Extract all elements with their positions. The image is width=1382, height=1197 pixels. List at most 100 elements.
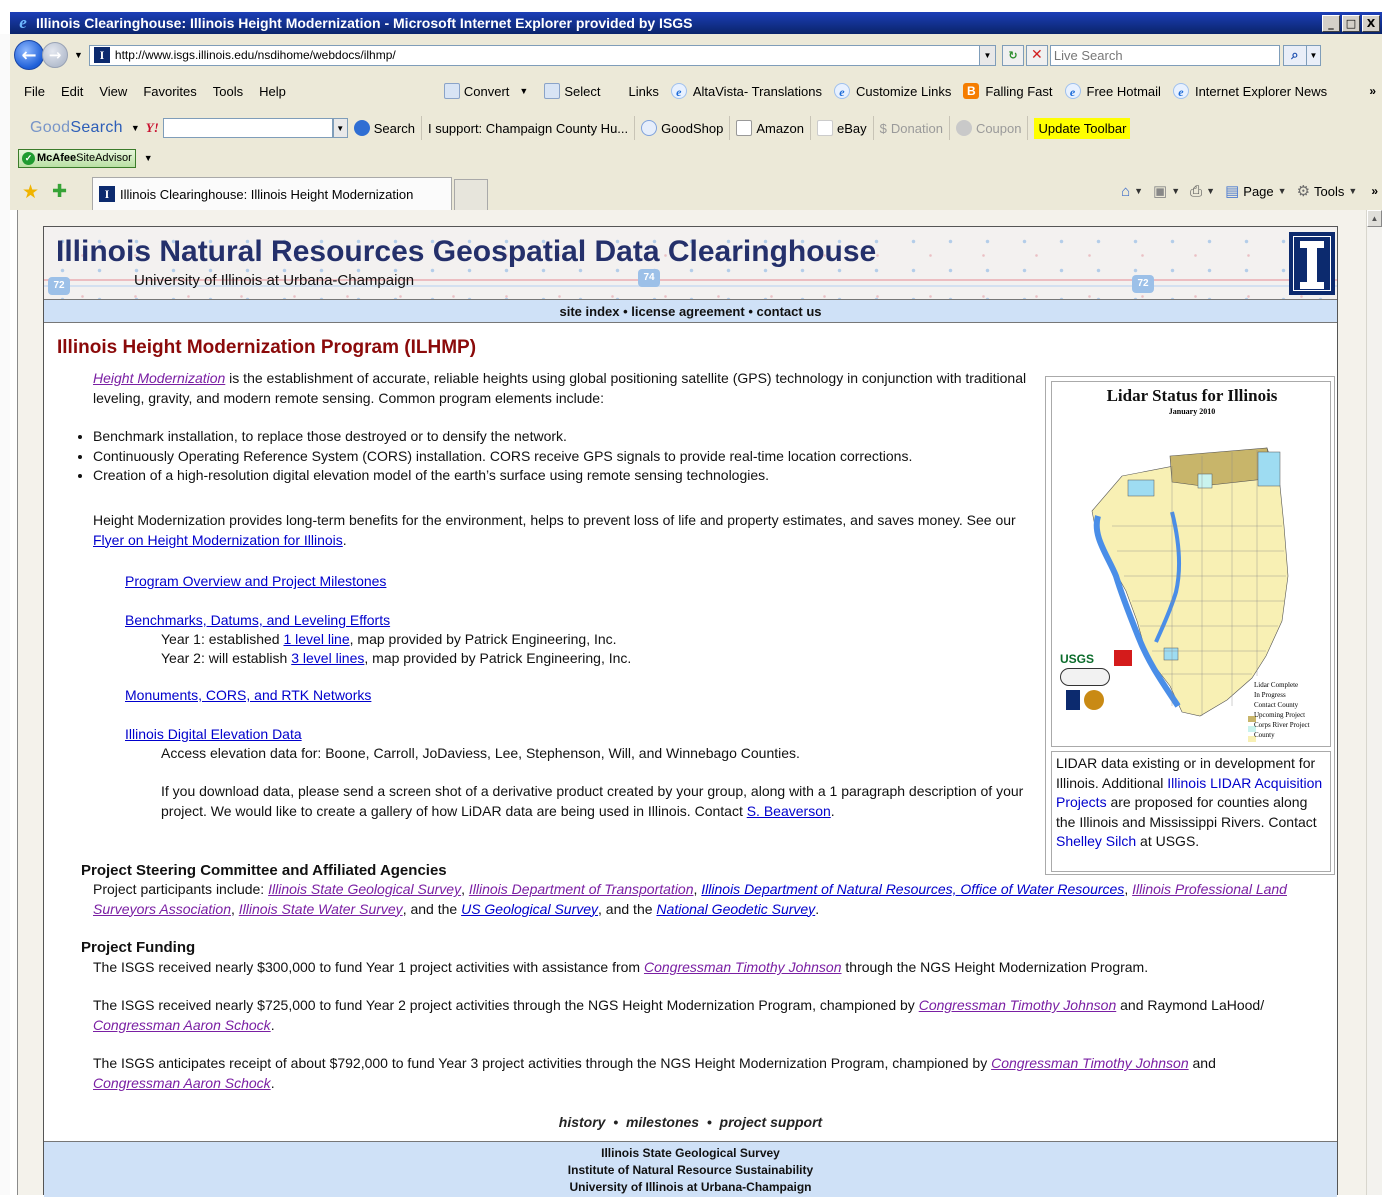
- chevron-down-icon[interactable]: ▼: [1171, 186, 1180, 196]
- scroll-up-icon[interactable]: ▲: [1367, 210, 1382, 227]
- amazon-button[interactable]: Amazon: [730, 116, 812, 140]
- legend-item: Upcoming Project: [1254, 711, 1306, 719]
- address-field[interactable]: I http://www.isgs.illinois.edu/nsdihome/…: [88, 44, 996, 66]
- home-icon[interactable]: ⌂: [1121, 183, 1130, 200]
- tools-menu-button[interactable]: Tools: [1314, 184, 1344, 199]
- menu-help[interactable]: Help: [251, 84, 294, 99]
- monuments-link[interactable]: Monuments, CORS, and RTK Networks: [125, 687, 371, 703]
- chevron-more-icon[interactable]: »: [1371, 184, 1378, 198]
- illinois-logo-icon[interactable]: [1289, 232, 1335, 295]
- ngs-link[interactable]: National Geodetic Survey: [656, 901, 815, 917]
- flyer-link[interactable]: Flyer on Height Modernization for Illino…: [93, 532, 343, 548]
- link-label: AltaVista- Translations: [692, 83, 822, 99]
- menu-tools[interactable]: Tools: [205, 84, 251, 99]
- link-hotmail[interactable]: e Free Hotmail: [1064, 83, 1161, 99]
- johnson-link[interactable]: Congressman Timothy Johnson: [991, 1055, 1189, 1071]
- chevron-down-icon[interactable]: ▼: [131, 123, 140, 133]
- convert-button[interactable]: Convert ▼: [443, 83, 528, 99]
- bottom-nav: history • milestones • project support: [44, 1114, 1337, 1130]
- lidar-map-title: Lidar Status for Illinois: [1106, 386, 1278, 405]
- ebay-button[interactable]: eBay: [811, 116, 874, 140]
- funding-text: and Raymond LaHood/: [1116, 997, 1265, 1013]
- add-favorite-icon[interactable]: ✚: [52, 181, 67, 202]
- program-overview-link[interactable]: Program Overview and Project Milestones: [125, 573, 386, 589]
- menu-file[interactable]: File: [10, 84, 53, 99]
- chevron-down-icon[interactable]: ▼: [144, 153, 153, 163]
- minimize-button[interactable]: _: [1322, 14, 1340, 32]
- beaverson-link[interactable]: S. Beaverson: [747, 803, 831, 819]
- chevron-down-icon[interactable]: ▼: [1348, 186, 1357, 196]
- benchmarks-link[interactable]: Benchmarks, Datums, and Leveling Efforts: [125, 612, 390, 628]
- favorites-star-icon[interactable]: ★: [22, 181, 39, 204]
- period: .: [270, 1074, 275, 1091]
- feeds-icon[interactable]: ▣: [1153, 182, 1167, 200]
- link-falling-fast[interactable]: B Falling Fast: [963, 83, 1053, 99]
- menu-favorites[interactable]: Favorites: [135, 84, 204, 99]
- web-page: 72 74 72 Illinois Natural Resources Geos…: [43, 226, 1338, 1197]
- forward-button[interactable]: →: [42, 42, 68, 68]
- nav-milestones[interactable]: milestones: [626, 1114, 699, 1130]
- idot-link[interactable]: Illinois Department of Transportation: [469, 881, 694, 897]
- highway-shield-icon: 72: [48, 277, 70, 295]
- schock-link[interactable]: Congressman Aaron Schock: [93, 1075, 271, 1091]
- goodshop-button[interactable]: GoodShop: [635, 116, 731, 140]
- nav-site-index[interactable]: site index: [560, 304, 620, 319]
- dem-link[interactable]: Illinois Digital Elevation Data: [125, 726, 302, 742]
- vertical-scrollbar[interactable]: ▲: [1366, 210, 1382, 1195]
- select-button[interactable]: Select: [544, 83, 600, 99]
- lidar-status-map[interactable]: Lidar Status for Illinois January 2010 U…: [1051, 381, 1331, 747]
- search-options-icon[interactable]: ▼: [1306, 44, 1321, 66]
- goodsearch-dropdown-icon[interactable]: ▼: [332, 118, 348, 138]
- highway-shield-icon: 72: [1132, 275, 1154, 293]
- goodsearch-input[interactable]: [162, 118, 333, 138]
- chevron-more-icon[interactable]: »: [1369, 84, 1376, 98]
- address-url[interactable]: http://www.isgs.illinois.edu/nsdihome/we…: [115, 48, 979, 62]
- menu-view[interactable]: View: [91, 84, 135, 99]
- johnson-link[interactable]: Congressman Timothy Johnson: [919, 997, 1117, 1013]
- johnson-link[interactable]: Congressman Timothy Johnson: [644, 959, 842, 975]
- chevron-down-icon[interactable]: ▼: [1134, 186, 1143, 196]
- support-charity-button[interactable]: I support: Champaign County Hu...: [422, 116, 636, 140]
- nav-contact[interactable]: contact us: [756, 304, 821, 319]
- schock-link[interactable]: Congressman Aaron Schock: [93, 1017, 271, 1033]
- update-toolbar-button[interactable]: Update Toolbar: [1034, 117, 1131, 139]
- level-line-link[interactable]: 1 level line: [283, 631, 349, 647]
- new-tab-button[interactable]: [454, 179, 488, 210]
- coupon-button[interactable]: Coupon: [950, 116, 1029, 140]
- idnr-link[interactable]: Illinois Department of Natural Resources…: [701, 881, 1124, 897]
- live-search-input[interactable]: Live Search: [1049, 44, 1280, 66]
- print-icon[interactable]: ⎙: [1190, 183, 1202, 200]
- search-icon[interactable]: ⌕: [1282, 44, 1307, 66]
- close-button[interactable]: X: [1362, 14, 1380, 32]
- stop-button[interactable]: ✕: [1025, 44, 1048, 66]
- level-lines-link[interactable]: 3 level lines: [291, 650, 364, 666]
- siteadvisor-button[interactable]: ✓ McAfee SiteAdvisor: [18, 148, 136, 168]
- logo-bar: [1300, 282, 1324, 289]
- page-menu-button[interactable]: Page: [1243, 184, 1273, 199]
- year2-text: Year 2: will establish: [161, 650, 292, 666]
- shelley-silch-link[interactable]: Shelley Silch: [1056, 833, 1136, 849]
- isws-link[interactable]: Illinois State Water Survey: [239, 901, 403, 917]
- address-dropdown-icon[interactable]: ▼: [978, 45, 995, 65]
- link-ie-news[interactable]: e Internet Explorer News: [1172, 83, 1327, 99]
- history-dropdown-icon[interactable]: ▼: [74, 50, 83, 60]
- height-modernization-link[interactable]: Height Modernization: [93, 370, 225, 386]
- usgs-link[interactable]: US Geological Survey: [461, 901, 598, 917]
- nav-history[interactable]: history: [559, 1114, 606, 1130]
- goodsearch-search-button[interactable]: Search: [348, 116, 422, 140]
- site-title[interactable]: Illinois Natural Resources Geospatial Da…: [56, 235, 876, 269]
- maximize-button[interactable]: □: [1342, 14, 1360, 32]
- menu-edit[interactable]: Edit: [53, 84, 91, 99]
- link-customize[interactable]: e Customize Links: [833, 83, 951, 99]
- nav-license[interactable]: license agreement: [631, 304, 744, 319]
- isgs-link[interactable]: Illinois State Geological Survey: [268, 881, 461, 897]
- chevron-down-icon[interactable]: ▼: [1278, 186, 1287, 196]
- link-altavista[interactable]: e AltaVista- Translations: [670, 83, 822, 99]
- nav-project-support[interactable]: project support: [720, 1114, 823, 1130]
- tab-active[interactable]: I Illinois Clearinghouse: Illinois Heigh…: [92, 177, 452, 210]
- donation-button[interactable]: $ Donation: [874, 116, 950, 140]
- back-button[interactable]: ←: [14, 40, 44, 70]
- chevron-down-icon[interactable]: ▼: [1206, 186, 1215, 196]
- refresh-button[interactable]: ↻: [1001, 44, 1024, 66]
- goodsearch-logo[interactable]: GoodSearch: [30, 119, 123, 137]
